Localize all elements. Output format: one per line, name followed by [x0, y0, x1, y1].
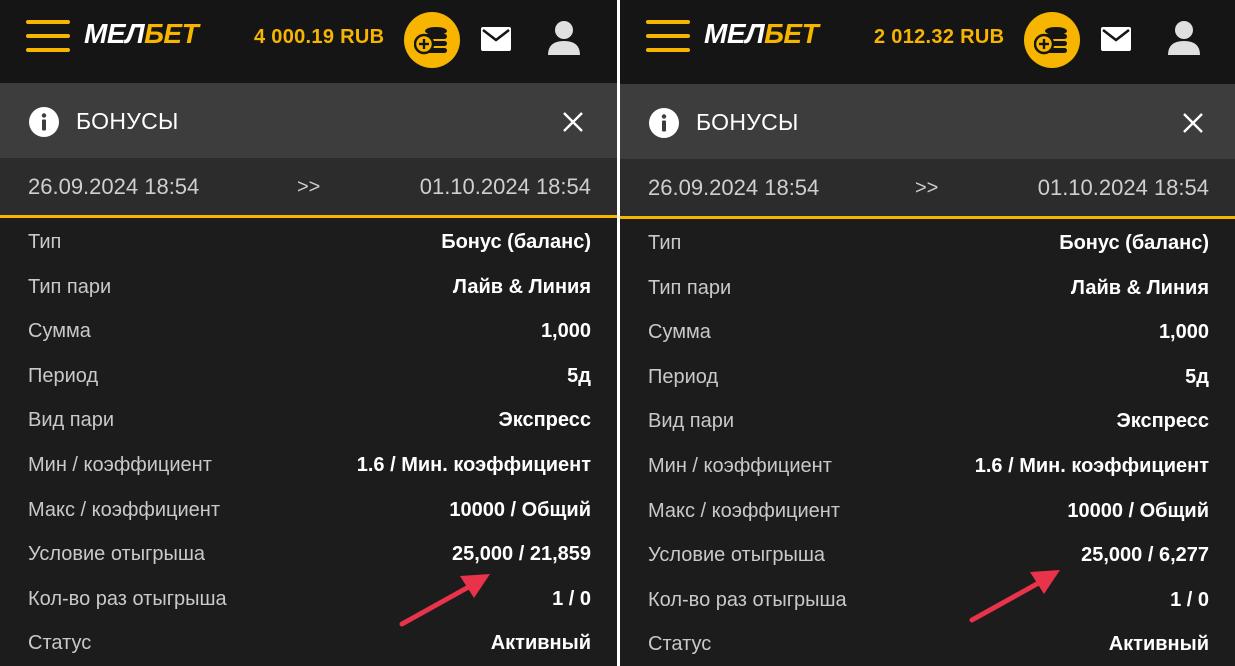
row-value: 10000 / Общий — [1067, 499, 1209, 522]
coins-plus-icon — [1034, 27, 1067, 55]
date-range: 26.09.2024 18:54 >> 01.10.2024 18:54 — [0, 158, 617, 218]
date-end: 01.10.2024 18:54 — [1037, 175, 1209, 200]
detail-row-min-coef: Мин / коэффициент 1.6 / Мин. коэффициент — [0, 443, 617, 488]
row-value: Активный — [1108, 633, 1209, 656]
row-value: 1,000 — [540, 320, 591, 343]
row-label: Вид пари — [648, 410, 734, 433]
date-range: 26.09.2024 18:54 >> 01.10.2024 18:54 — [620, 159, 1235, 219]
section-title: БОНУСЫ — [76, 108, 179, 134]
date-end: 01.10.2024 18:54 — [419, 174, 591, 199]
row-label: Статус — [648, 633, 712, 656]
row-value: 5д — [1185, 365, 1209, 388]
mail-icon[interactable] — [480, 26, 512, 52]
row-value: 10000 / Общий — [449, 498, 591, 521]
detail-row-type: Тип Бонус (баланс) — [0, 220, 617, 265]
row-value: 1 / 0 — [552, 587, 591, 610]
row-value: Лайв & Линия — [452, 275, 591, 298]
detail-row-wager-count: Кол-во раз отыгрыша 1 / 0 — [620, 578, 1235, 623]
row-label: Сумма — [648, 321, 711, 344]
row-value: 1.6 / Мин. коэффициент — [356, 453, 591, 476]
row-label: Статус — [28, 632, 92, 655]
user-icon[interactable] — [1167, 20, 1201, 56]
detail-row-wager-condition: Условие отыгрыша 25,000 / 6,277 — [620, 533, 1235, 578]
menu-icon[interactable] — [646, 20, 690, 52]
detail-row-max-coef: Макс / коэффициент 10000 / Общий — [620, 489, 1235, 534]
row-value: 25,000 / 6,277 — [1081, 544, 1209, 567]
row-value: 1.6 / Мин. коэффициент — [974, 454, 1209, 477]
row-value: Бонус (баланс) — [441, 231, 591, 253]
detail-row-wager-condition: Условие отыгрыша 25,000 / 21,859 — [0, 532, 617, 577]
section-title: БОНУСЫ — [696, 109, 799, 135]
row-value: Активный — [490, 632, 591, 655]
bonus-details: Тип Бонус (баланс) Тип пари Лайв & Линия С… — [620, 219, 1235, 666]
row-value: 1 / 0 — [1170, 588, 1209, 611]
row-label: Сумма — [28, 320, 91, 343]
logo[interactable]: МЕЛБЕТ — [84, 18, 199, 50]
info-icon — [29, 107, 59, 137]
detail-row-amount: Сумма 1,000 — [0, 309, 617, 354]
top-bar: МЕЛБЕТ 2 012.32 RUB — [620, 0, 1235, 84]
date-start: 26.09.2024 18:54 — [648, 175, 820, 200]
row-value: Экспресс — [498, 409, 592, 432]
logo[interactable]: МЕЛБЕТ — [704, 18, 819, 50]
bonuses-header: БОНУСЫ — [0, 83, 617, 158]
row-label: Макс / коэффициент — [28, 498, 220, 521]
bonuses-header: БОНУСЫ — [620, 84, 1235, 159]
detail-row-status: Статус Активный — [620, 622, 1235, 666]
row-label: Тип — [648, 232, 682, 254]
date-separator: >> — [297, 176, 321, 198]
row-label: Вид пари — [28, 409, 114, 432]
detail-row-amount: Сумма 1,000 — [620, 310, 1235, 355]
date-start: 26.09.2024 18:54 — [28, 174, 200, 199]
menu-icon[interactable] — [26, 20, 70, 52]
detail-row-period: Период 5д — [620, 355, 1235, 400]
info-icon — [649, 108, 679, 138]
detail-row-bet-type: Тип пари Лайв & Линия — [620, 266, 1235, 311]
detail-row-wager-count: Кол-во раз отыгрыша 1 / 0 — [0, 577, 617, 622]
balance[interactable]: 4 000.19 RUB — [254, 26, 384, 49]
row-value: Бонус (баланс) — [1059, 232, 1209, 254]
balance[interactable]: 2 012.32 RUB — [874, 26, 1004, 49]
row-label: Тип — [28, 231, 62, 253]
mail-icon[interactable] — [1100, 26, 1132, 52]
row-label: Кол-во раз отыгрыша — [648, 588, 847, 611]
row-value: Лайв & Линия — [1070, 276, 1209, 299]
top-bar: МЕЛБЕТ 4 000.19 RUB — [0, 0, 617, 83]
screenshot-left: МЕЛБЕТ 4 000.19 RUB БОНУСЫ 26.09.2024 18… — [0, 0, 617, 666]
row-value: 25,000 / 21,859 — [451, 543, 591, 566]
deposit-button[interactable] — [404, 12, 460, 68]
coins-plus-icon — [414, 27, 447, 55]
row-label: Мин / коэффициент — [28, 453, 212, 476]
row-value: Экспресс — [1116, 410, 1210, 433]
detail-row-bet-type: Тип пари Лайв & Линия — [0, 265, 617, 310]
row-label: Период — [648, 365, 719, 388]
detail-row-period: Период 5д — [0, 354, 617, 399]
row-label: Условие отыгрыша — [648, 544, 826, 567]
detail-row-min-coef: Мин / коэффициент 1.6 / Мин. коэффициент — [620, 444, 1235, 489]
detail-row-status: Статус Активный — [0, 621, 617, 666]
row-label: Период — [28, 364, 99, 387]
bonus-details: Тип Бонус (баланс) Тип пари Лайв & Линия С… — [0, 218, 617, 666]
close-icon[interactable] — [560, 109, 586, 135]
deposit-button[interactable] — [1024, 12, 1080, 68]
row-value: 5д — [567, 364, 591, 387]
detail-row-bet-kind: Вид пари Экспресс — [0, 398, 617, 443]
row-label: Условие отыгрыша — [28, 543, 206, 566]
row-label: Тип пари — [648, 276, 732, 299]
row-label: Кол-во раз отыгрыша — [28, 587, 227, 610]
date-separator: >> — [915, 177, 939, 199]
row-label: Макс / коэффициент — [648, 499, 840, 522]
row-label: Мин / коэффициент — [648, 454, 832, 477]
row-value: 1,000 — [1158, 321, 1209, 344]
user-icon[interactable] — [547, 20, 581, 56]
detail-row-max-coef: Макс / коэффициент 10000 / Общий — [0, 488, 617, 533]
close-icon[interactable] — [1180, 110, 1206, 136]
row-label: Тип пари — [28, 275, 112, 298]
detail-row-bet-kind: Вид пари Экспресс — [620, 399, 1235, 444]
detail-row-type: Тип Бонус (баланс) — [620, 221, 1235, 266]
screenshot-right: МЕЛБЕТ 2 012.32 RUB БОНУСЫ 26.09.2024 18… — [620, 0, 1235, 666]
